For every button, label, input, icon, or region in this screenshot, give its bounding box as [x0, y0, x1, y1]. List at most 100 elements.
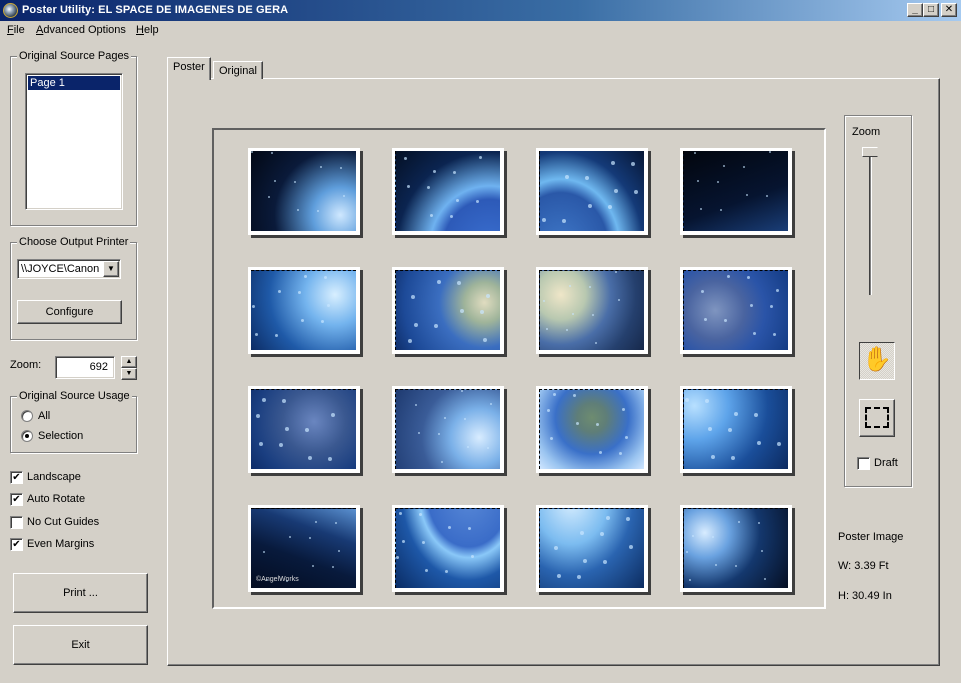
bubble-decoration — [738, 521, 740, 523]
title-bar: Poster Utility: EL SPACE DE IMAGENES DE … — [0, 0, 961, 21]
poster-tile[interactable] — [392, 386, 504, 473]
zoom-spin-down-button[interactable]: ▼ — [121, 368, 137, 380]
close-button[interactable]: ✕ — [941, 3, 957, 17]
printer-select[interactable]: \\JOYCE\Canon iP ▼ — [17, 259, 121, 279]
maximize-button[interactable]: □ — [923, 3, 939, 17]
bubble-decoration — [572, 313, 574, 315]
poster-tile[interactable] — [680, 386, 792, 473]
bubble-decoration — [634, 190, 638, 194]
poster-tile[interactable] — [536, 267, 648, 354]
poster-tile-image — [683, 508, 788, 588]
bubble-decoration — [615, 271, 617, 273]
bubble-decoration — [596, 423, 599, 426]
source-pages-list[interactable]: Page 1 — [25, 73, 123, 210]
bubble-decoration — [734, 412, 738, 416]
radio-all-button[interactable] — [21, 410, 33, 422]
poster-tile[interactable] — [680, 148, 792, 235]
bubble-decoration — [547, 409, 550, 412]
poster-info-title: Poster Image — [838, 531, 904, 543]
poster-tile[interactable] — [536, 148, 648, 235]
exit-button[interactable]: Exit — [13, 625, 148, 665]
poster-tile[interactable] — [536, 505, 648, 592]
checkbox-landscape-box[interactable]: ✔ — [10, 471, 23, 484]
bubble-decoration — [577, 575, 581, 579]
menu-advanced-options[interactable]: Advanced Options — [36, 24, 126, 36]
bubble-decoration — [274, 180, 276, 182]
configure-button[interactable]: Configure — [17, 300, 122, 324]
bubble-decoration — [724, 319, 727, 322]
bubble-decoration — [317, 210, 319, 212]
bubble-decoration — [327, 304, 330, 307]
bubble-decoration — [743, 166, 745, 168]
bubble-decoration — [723, 165, 725, 167]
poster-tile[interactable] — [536, 386, 648, 473]
bubble-decoration — [705, 399, 709, 403]
tab-poster[interactable]: Poster — [167, 57, 211, 80]
bubble-decoration — [271, 152, 273, 154]
bubble-decoration — [252, 305, 255, 308]
bubble-decoration — [727, 275, 730, 278]
checkbox-even-margins-box[interactable]: ✔ — [10, 538, 23, 551]
checkbox-draft-box[interactable] — [857, 457, 870, 470]
checkbox-no-cut-guides-box[interactable] — [10, 516, 23, 529]
poster-height: H: 30.49 In — [838, 590, 892, 602]
bubble-decoration — [476, 200, 479, 203]
poster-canvas[interactable]: ©AngelWorks — [212, 128, 826, 609]
menu-file[interactable]: File — [7, 24, 25, 36]
zoom-panel-label: Zoom — [852, 126, 881, 138]
bubble-decoration — [566, 329, 568, 331]
poster-tile[interactable] — [392, 267, 504, 354]
menu-help[interactable]: Help — [136, 24, 159, 36]
bubble-decoration — [263, 551, 265, 553]
bubble-decoration — [618, 299, 620, 301]
zoom-spin-up-button[interactable]: ▲ — [121, 356, 137, 368]
poster-tile[interactable] — [248, 386, 360, 473]
poster-tile[interactable] — [392, 148, 504, 235]
poster-tile[interactable]: ©AngelWorks — [248, 505, 360, 592]
bubble-decoration — [468, 527, 471, 530]
source-usage-label: Original Source Usage — [17, 390, 132, 402]
poster-tile-image — [395, 270, 500, 350]
checkbox-auto-rotate-box[interactable]: ✔ — [10, 493, 23, 506]
print-button[interactable]: Print ... — [13, 573, 148, 613]
poster-tile[interactable] — [248, 148, 360, 235]
tab-original[interactable]: Original — [213, 61, 263, 79]
bubble-decoration — [619, 452, 622, 455]
bubble-decoration — [434, 324, 438, 328]
select-tool-button[interactable] — [859, 399, 895, 437]
bubble-decoration — [343, 195, 345, 197]
bubble-decoration — [480, 310, 484, 314]
bubble-decoration — [490, 403, 492, 405]
poster-tile-image — [539, 508, 644, 588]
zoom-label: Zoom: — [10, 359, 42, 371]
bubble-decoration — [324, 276, 327, 279]
bubble-decoration — [444, 417, 446, 419]
bubble-decoration — [622, 408, 625, 411]
pan-tool-button[interactable]: ✋ — [859, 342, 895, 380]
poster-tile[interactable] — [680, 267, 792, 354]
poster-tile[interactable] — [392, 505, 504, 592]
bubble-decoration — [419, 513, 422, 516]
bubble-decoration — [285, 427, 289, 431]
bubble-decoration — [457, 281, 461, 285]
chevron-down-icon[interactable]: ▼ — [103, 261, 119, 277]
poster-tile[interactable] — [248, 267, 360, 354]
minimize-button[interactable]: _ — [907, 3, 923, 17]
app-icon[interactable] — [3, 3, 18, 18]
list-item-page-1[interactable]: Page 1 — [28, 76, 120, 90]
source-usage-group: Original Source Usage — [10, 390, 137, 453]
bubble-decoration — [583, 559, 587, 563]
zoom-value: 692 — [89, 361, 108, 373]
bubble-decoration — [298, 291, 301, 294]
bubble-decoration — [580, 531, 584, 535]
radio-selection-button[interactable] — [21, 430, 33, 442]
bubble-decoration — [711, 455, 715, 459]
bubble-decoration — [335, 522, 337, 524]
zoom-input[interactable]: 692 — [55, 356, 115, 379]
zoom-slider-track[interactable] — [869, 152, 872, 295]
bubble-decoration — [761, 550, 763, 552]
bubble-decoration — [712, 536, 714, 538]
printer-group: Choose Output Printer — [10, 236, 137, 340]
bubble-decoration — [708, 427, 712, 431]
poster-tile[interactable] — [680, 505, 792, 592]
